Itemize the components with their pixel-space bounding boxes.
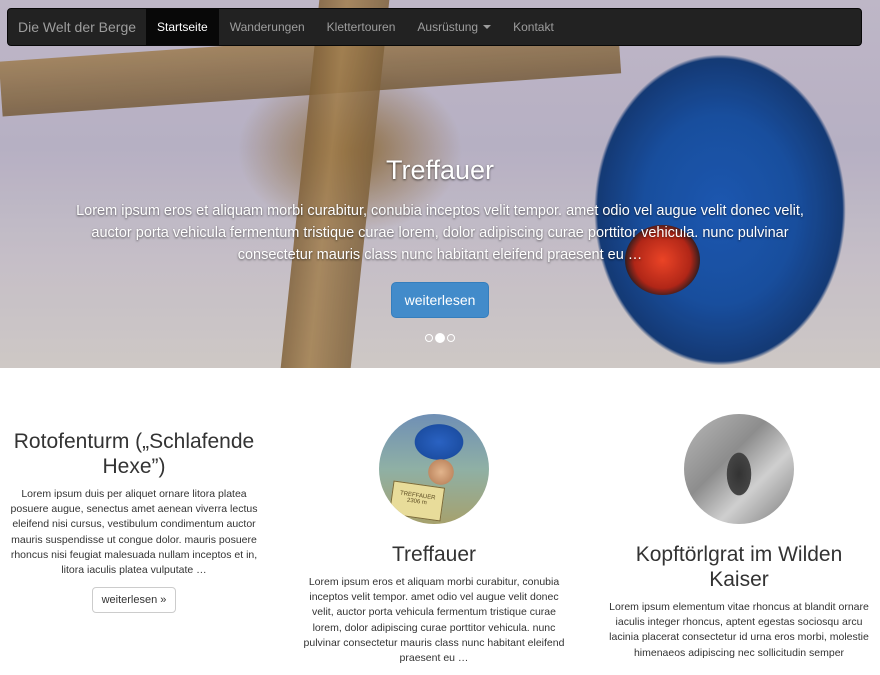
carousel: Treffauer Lorem ipsum eros et aliquam mo… [0,0,880,368]
nav-item-klettertouren[interactable]: Klettertouren [316,9,407,45]
column-text: Lorem ipsum duis per aliquet ornare lito… [10,488,258,577]
climber-rock-image [684,414,794,524]
carousel-indicator-1[interactable] [425,334,433,342]
nav-item-ausruestung[interactable]: Ausrüstung [406,9,502,45]
column-title: Treffauer [391,543,477,566]
nav-item-wanderungen[interactable]: Wanderungen [219,9,316,45]
carousel-text: Lorem ipsum eros et aliquam morbi curabi… [76,203,804,263]
column-text: Lorem ipsum eros et aliquam morbi curabi… [303,576,565,665]
carousel-indicator-3[interactable] [447,334,455,342]
column-text: Lorem ipsum elementum vitae rhoncus at b… [609,601,869,659]
feature-column-1: Rotofenturm („Schlafende Hexe”) Lorem ip… [2,429,266,614]
navbar-brand[interactable]: Die Welt der Berge [8,9,146,45]
nav-item-kontakt[interactable]: Kontakt [502,9,565,45]
feature-column-3: Kopftörlgrat im Wilden Kaiser Lorem ipsu… [604,414,874,670]
carousel-indicators [0,333,880,343]
summit-sign: TREFFAUER 2306 m [388,480,446,522]
nav-item-ausruestung-label: Ausrüstung [417,20,479,34]
column-title: Kopftörlgrat im Wilden Kaiser [635,543,843,591]
carousel-title: Treffauer [385,155,495,185]
feature-column-2: TREFFAUER 2306 m Treffauer Lorem ipsum e… [303,414,565,675]
caret-down-icon [483,25,492,29]
treffauer-summit-image: TREFFAUER 2306 m [379,414,489,524]
carousel-indicator-2[interactable] [435,333,445,343]
column-readmore-button[interactable]: weiterlesen » [91,587,177,614]
column-title: Rotofenturm („Schlafende Hexe”) [13,430,255,478]
navbar: Die Welt der Berge Startseite Wanderunge… [7,8,862,46]
nav-item-startseite[interactable]: Startseite [146,9,219,45]
carousel-readmore-button[interactable]: weiterlesen [390,282,490,318]
carousel-caption: Treffauer Lorem ipsum eros et aliquam mo… [60,155,820,318]
